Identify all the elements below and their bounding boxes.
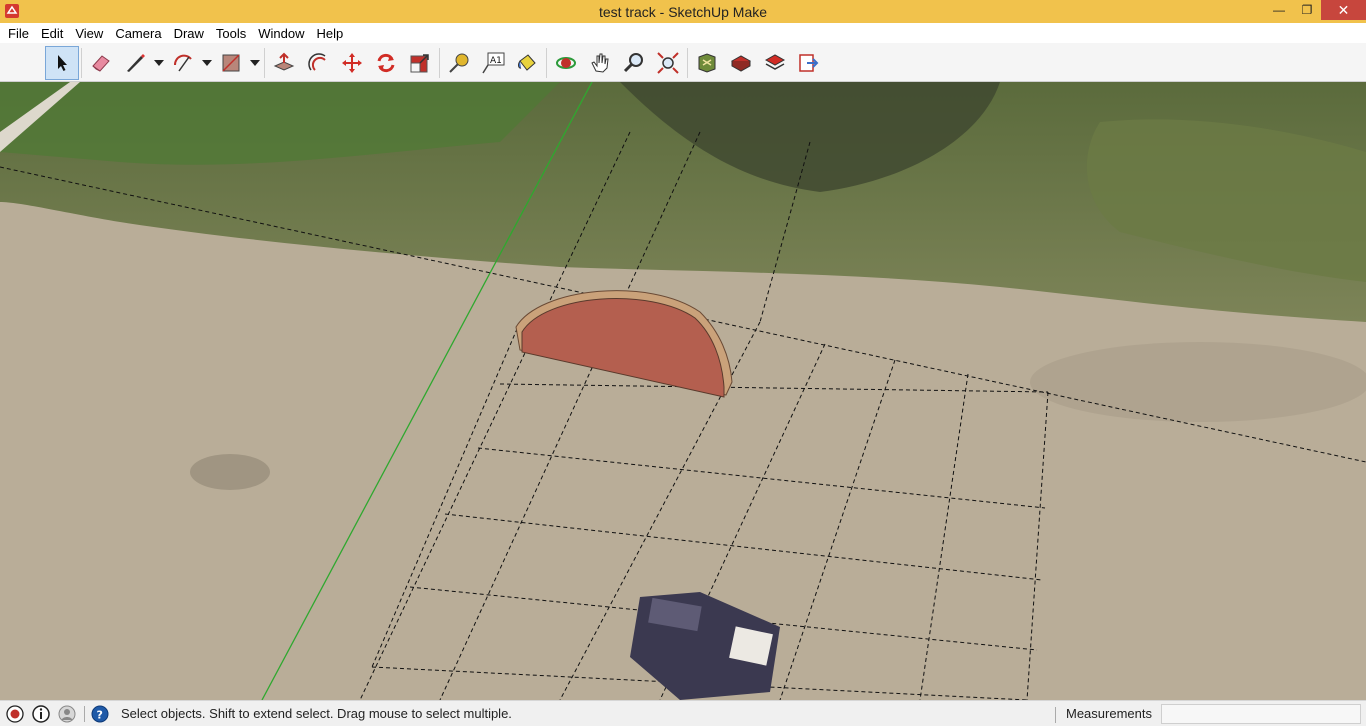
menu-draw[interactable]: Draw: [168, 26, 210, 41]
text-tool-button[interactable]: A1: [476, 46, 510, 80]
menu-view[interactable]: View: [69, 26, 109, 41]
close-button[interactable]: ✕: [1321, 0, 1366, 20]
instructor-button[interactable]: ?: [89, 703, 111, 725]
move-tool-button[interactable]: [335, 46, 369, 80]
toolbar-separator: [264, 47, 265, 78]
tape-measure-icon: [449, 53, 469, 73]
window-controls: — ❐ ✕: [1265, 0, 1366, 23]
window-title: test track - SketchUp Make: [598, 3, 768, 20]
extension-warehouse-icon: [730, 54, 752, 72]
chevron-down-icon: [154, 59, 164, 66]
scale-tool-button[interactable]: [403, 46, 437, 80]
extension-warehouse-button[interactable]: [724, 46, 758, 80]
rectangle-tool-dropdown[interactable]: [248, 46, 262, 80]
menu-camera[interactable]: Camera: [109, 26, 167, 41]
chevron-down-icon: [202, 59, 212, 66]
toolbar-separator: [687, 47, 688, 78]
eraser-icon: [92, 54, 110, 72]
offset-icon: [308, 52, 326, 71]
paint-bucket-icon: [517, 53, 536, 71]
line-tool-dropdown[interactable]: [152, 46, 166, 80]
menu-tools[interactable]: Tools: [210, 26, 252, 41]
pencil-line-icon: [127, 53, 145, 72]
geo-location-icon: [6, 704, 24, 723]
layout-send-icon: [764, 53, 786, 70]
user-avatar-icon: [58, 705, 76, 722]
restore-button[interactable]: ❐: [1293, 0, 1321, 20]
share-model-button[interactable]: [792, 46, 826, 80]
status-separator: [84, 705, 85, 722]
sketchup-app-icon[interactable]: [4, 3, 20, 19]
status-separator: [1055, 707, 1056, 723]
orbit-icon: [556, 56, 576, 69]
geo-location-button[interactable]: [4, 703, 26, 725]
offset-tool-button[interactable]: [301, 46, 335, 80]
text-tool-glyph: A1: [490, 56, 502, 66]
tape-measure-tool-button[interactable]: [442, 46, 476, 80]
rotate-tool-button[interactable]: [369, 46, 403, 80]
share-model-icon: [799, 53, 819, 72]
line-tool-button[interactable]: [118, 46, 152, 80]
text-label-icon: A1: [482, 52, 505, 73]
paint-bucket-tool-button[interactable]: [510, 46, 544, 80]
arc-icon: [173, 54, 192, 71]
minimize-button[interactable]: —: [1265, 0, 1293, 20]
rectangle-tool-button[interactable]: [214, 46, 248, 80]
zoom-extents-tool-button[interactable]: [651, 46, 685, 80]
push-pull-icon: [273, 52, 295, 71]
move-icon: [342, 52, 362, 73]
status-bar: ? Select objects. Shift to extend select…: [0, 700, 1366, 726]
arc-tool-button[interactable]: [166, 46, 200, 80]
title-bar: test track - SketchUp Make — ❐ ✕: [0, 0, 1366, 23]
measurements-input[interactable]: [1161, 704, 1361, 724]
help-question-icon: ?: [91, 705, 109, 722]
toolbar-group-draw: A1: [45, 45, 826, 80]
terrain-shadow: [190, 454, 270, 490]
arc-tool-dropdown[interactable]: [200, 46, 214, 80]
scene-canvas[interactable]: [0, 82, 1366, 700]
zoom-extents-icon: [657, 51, 679, 74]
push-pull-tool-button[interactable]: [267, 46, 301, 80]
svg-text:?: ?: [97, 708, 103, 721]
select-tool-button[interactable]: [45, 45, 79, 80]
info-icon: [32, 704, 50, 723]
3d-warehouse-button[interactable]: [690, 46, 724, 80]
rotate-icon: [377, 53, 395, 72]
scale-icon: [410, 53, 429, 72]
3d-warehouse-icon: [698, 52, 716, 73]
status-message: Select objects. Shift to extend select. …: [121, 706, 512, 721]
user-account-button[interactable]: [56, 703, 78, 725]
main-toolbar: A1: [0, 43, 1366, 82]
rectangle-icon: [222, 53, 240, 72]
menu-window[interactable]: Window: [252, 26, 310, 41]
menu-edit[interactable]: Edit: [35, 26, 69, 41]
menu-file[interactable]: File: [2, 26, 35, 41]
pan-hand-icon: [591, 53, 609, 73]
terrain-ruts: [1030, 342, 1366, 422]
credits-button[interactable]: [30, 703, 52, 725]
zoom-icon: [623, 52, 643, 72]
eraser-tool-button[interactable]: [84, 46, 118, 80]
toolbar-separator: [439, 47, 440, 78]
menu-help[interactable]: Help: [311, 26, 350, 41]
menu-bar: File Edit View Camera Draw Tools Window …: [0, 23, 1366, 43]
select-arrow-icon: [58, 54, 67, 71]
toolbar-separator: [546, 47, 547, 78]
pan-tool-button[interactable]: [583, 46, 617, 80]
measurements-label: Measurements: [1066, 706, 1152, 721]
chevron-down-icon: [250, 59, 260, 66]
layout-button[interactable]: [758, 46, 792, 80]
zoom-tool-button[interactable]: [617, 46, 651, 80]
orbit-tool-button[interactable]: [549, 46, 583, 80]
model-viewport[interactable]: [0, 82, 1366, 700]
toolbar-separator: [81, 47, 82, 78]
